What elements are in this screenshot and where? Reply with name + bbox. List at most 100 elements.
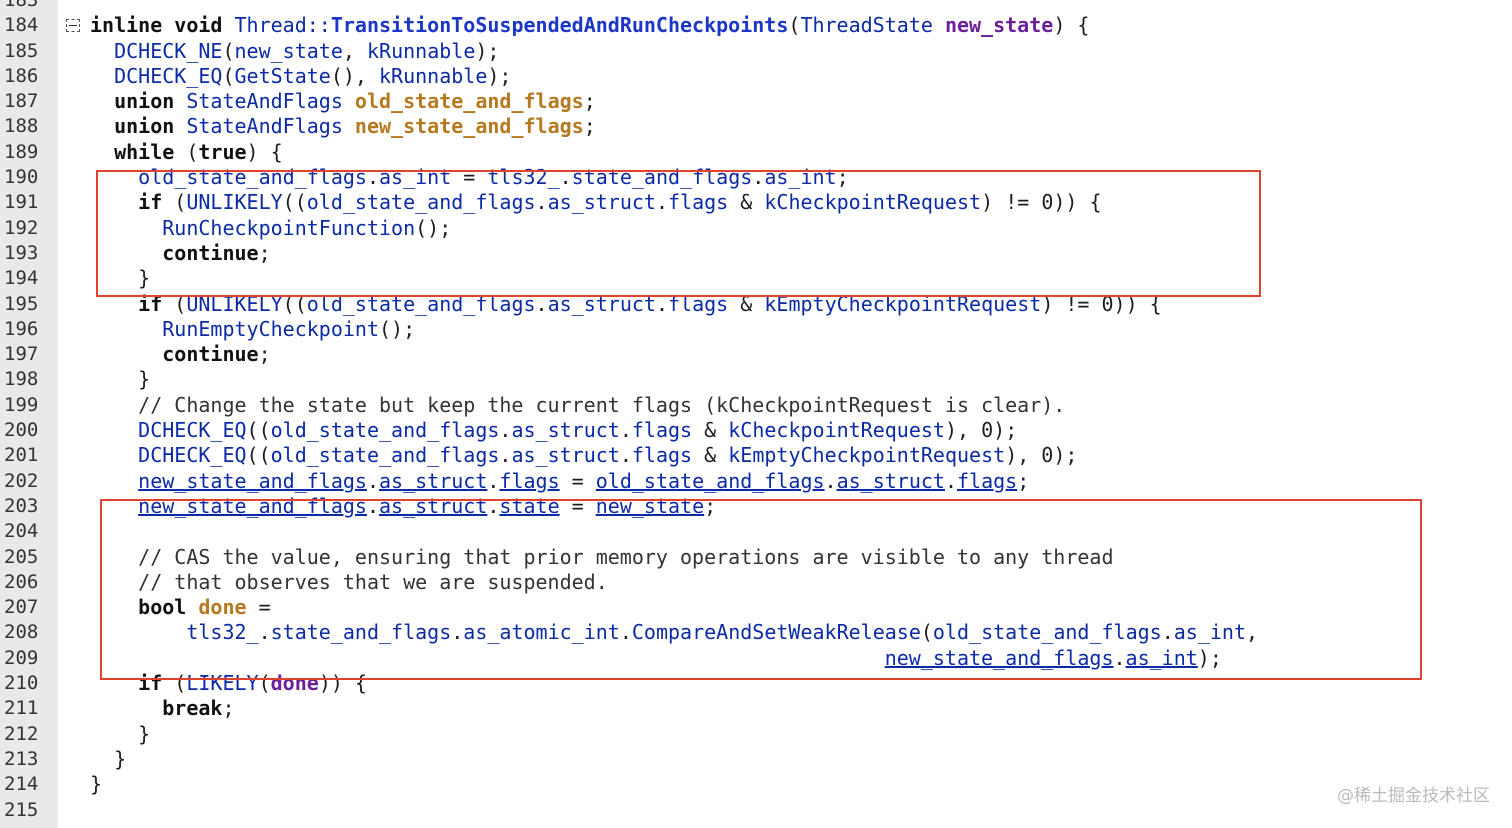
code-token: // Change the state but keep the current… xyxy=(90,392,1066,417)
code-token: ; xyxy=(1017,468,1030,493)
code-text: continue; xyxy=(90,342,271,367)
code-token: new_state_and_flags xyxy=(138,468,367,493)
line-number: 186 xyxy=(4,64,39,87)
code-token: DCHECK_EQ xyxy=(138,443,247,468)
highlight-box-cas xyxy=(100,499,1422,680)
code-line[interactable]: 187 union StateAndFlags old_state_and_fl… xyxy=(0,89,1512,114)
line-number: 205 xyxy=(4,545,39,568)
code-token: ), 0); xyxy=(944,418,1018,443)
code-token: flags xyxy=(631,418,693,443)
code-token: new_state_and_flags xyxy=(354,114,584,139)
code-line[interactable]: 211 break; xyxy=(0,696,1512,721)
code-text: DCHECK_EQ(GetState(), kRunnable); xyxy=(90,64,511,89)
code-line[interactable]: 201 DCHECK_EQ((old_state_and_flags.as_st… xyxy=(0,443,1512,468)
code-token: (( xyxy=(246,443,271,468)
code-line[interactable]: 212 } xyxy=(0,722,1512,747)
code-token: ) { xyxy=(246,139,283,164)
code-text: } xyxy=(90,367,150,392)
code-token: & xyxy=(692,418,729,443)
code-line[interactable]: 185 DCHECK_NE(new_state, kRunnable); xyxy=(0,39,1512,64)
code-token: as_struct xyxy=(379,468,488,493)
line-number: 195 xyxy=(4,292,39,315)
line-number: 189 xyxy=(4,140,39,163)
code-line[interactable]: 202 new_state_and_flags.as_struct.flags … xyxy=(0,469,1512,494)
code-token: . xyxy=(487,468,500,493)
code-token: ; xyxy=(258,342,271,367)
code-line[interactable]: 214} xyxy=(0,772,1512,797)
code-line[interactable]: 198 } xyxy=(0,367,1512,392)
code-text: DCHECK_NE(new_state, kRunnable); xyxy=(90,39,499,64)
code-line[interactable]: 189 while (true) { xyxy=(0,140,1512,165)
code-token: . xyxy=(619,443,632,468)
code-text: RunEmptyCheckpoint(); xyxy=(90,317,415,342)
code-token: ), 0); xyxy=(1005,443,1078,468)
fold-collapse-icon[interactable] xyxy=(66,19,80,33)
code-line[interactable]: 183 xyxy=(0,0,1512,13)
line-number: 212 xyxy=(4,722,39,745)
line-number: 190 xyxy=(4,166,39,189)
code-token: break xyxy=(90,696,223,721)
code-token: old_state_and_flags xyxy=(595,468,825,493)
code-line[interactable]: 197 continue; xyxy=(0,342,1512,367)
code-line[interactable]: 186 DCHECK_EQ(GetState(), kRunnable); xyxy=(0,64,1512,89)
code-token: ); xyxy=(487,63,512,88)
line-number: 183 xyxy=(4,0,39,11)
line-number: 197 xyxy=(4,343,39,366)
code-token: kRunnable xyxy=(379,63,488,88)
code-line[interactable]: 196 RunEmptyCheckpoint(); xyxy=(0,317,1512,342)
code-token: . xyxy=(499,418,512,443)
code-token: . xyxy=(944,468,958,493)
code-token: inline void xyxy=(90,13,235,38)
code-token: while xyxy=(90,139,187,164)
code-line[interactable]: 213 } xyxy=(0,747,1512,772)
code-token: as_struct xyxy=(836,468,945,493)
code-editor[interactable]: 183184 inline void Thread::TransitionToSu… xyxy=(0,0,1512,823)
code-token: flags xyxy=(631,443,693,468)
code-text: DCHECK_EQ((old_state_and_flags.as_struct… xyxy=(90,443,1077,468)
line-number: 203 xyxy=(4,494,39,517)
watermark: @稀土掘金技术社区 xyxy=(1337,786,1490,806)
code-token: continue xyxy=(90,342,259,367)
code-token: RunEmptyCheckpoint xyxy=(162,316,379,341)
code-text: // Change the state but keep the current… xyxy=(90,393,1065,418)
code-token: ) { xyxy=(1053,13,1090,38)
code-token: ( xyxy=(222,38,235,63)
line-number: 215 xyxy=(4,798,39,821)
code-token: kCheckpointRequest xyxy=(728,418,945,443)
line-number: 193 xyxy=(4,241,39,264)
code-token: (), xyxy=(330,63,380,88)
code-line[interactable]: 184 inline void Thread::TransitionToSuspe… xyxy=(0,13,1512,38)
code-token: kRunnable xyxy=(366,38,476,63)
code-token: old_state_and_flags xyxy=(270,443,500,468)
line-number: 199 xyxy=(4,393,39,416)
code-token: new_state xyxy=(944,13,1054,38)
code-token: } xyxy=(90,721,151,746)
line-number: 184 xyxy=(4,14,39,37)
code-line[interactable]: 200 DCHECK_EQ((old_state_and_flags.as_st… xyxy=(0,418,1512,443)
code-text: inline void Thread::TransitionToSuspende… xyxy=(90,13,1089,38)
code-line[interactable]: 199 // Change the state but keep the cur… xyxy=(0,393,1512,418)
code-token: (( xyxy=(246,418,271,443)
line-number: 204 xyxy=(4,520,39,543)
line-number: 185 xyxy=(4,39,39,62)
code-line[interactable]: 215 xyxy=(0,798,1512,823)
code-token: ); xyxy=(475,38,500,63)
code-token: Thread:: xyxy=(234,13,331,38)
line-number: 187 xyxy=(4,90,39,113)
line-number: 211 xyxy=(4,697,39,720)
code-token: = xyxy=(559,468,596,493)
code-token: ( xyxy=(222,63,235,88)
code-token: kEmptyCheckpointRequest xyxy=(728,443,1006,468)
code-token: DCHECK_NE xyxy=(114,38,223,63)
code-token: } xyxy=(90,367,151,392)
line-number: 188 xyxy=(4,115,39,138)
code-token: flags xyxy=(957,468,1018,493)
code-token: TransitionToSuspendedAndRunCheckpoints xyxy=(330,13,789,38)
code-line[interactable]: 188 union StateAndFlags new_state_and_fl… xyxy=(0,114,1512,139)
line-number: 198 xyxy=(4,368,39,391)
line-number: 207 xyxy=(4,596,39,619)
code-token: ; xyxy=(583,114,596,139)
